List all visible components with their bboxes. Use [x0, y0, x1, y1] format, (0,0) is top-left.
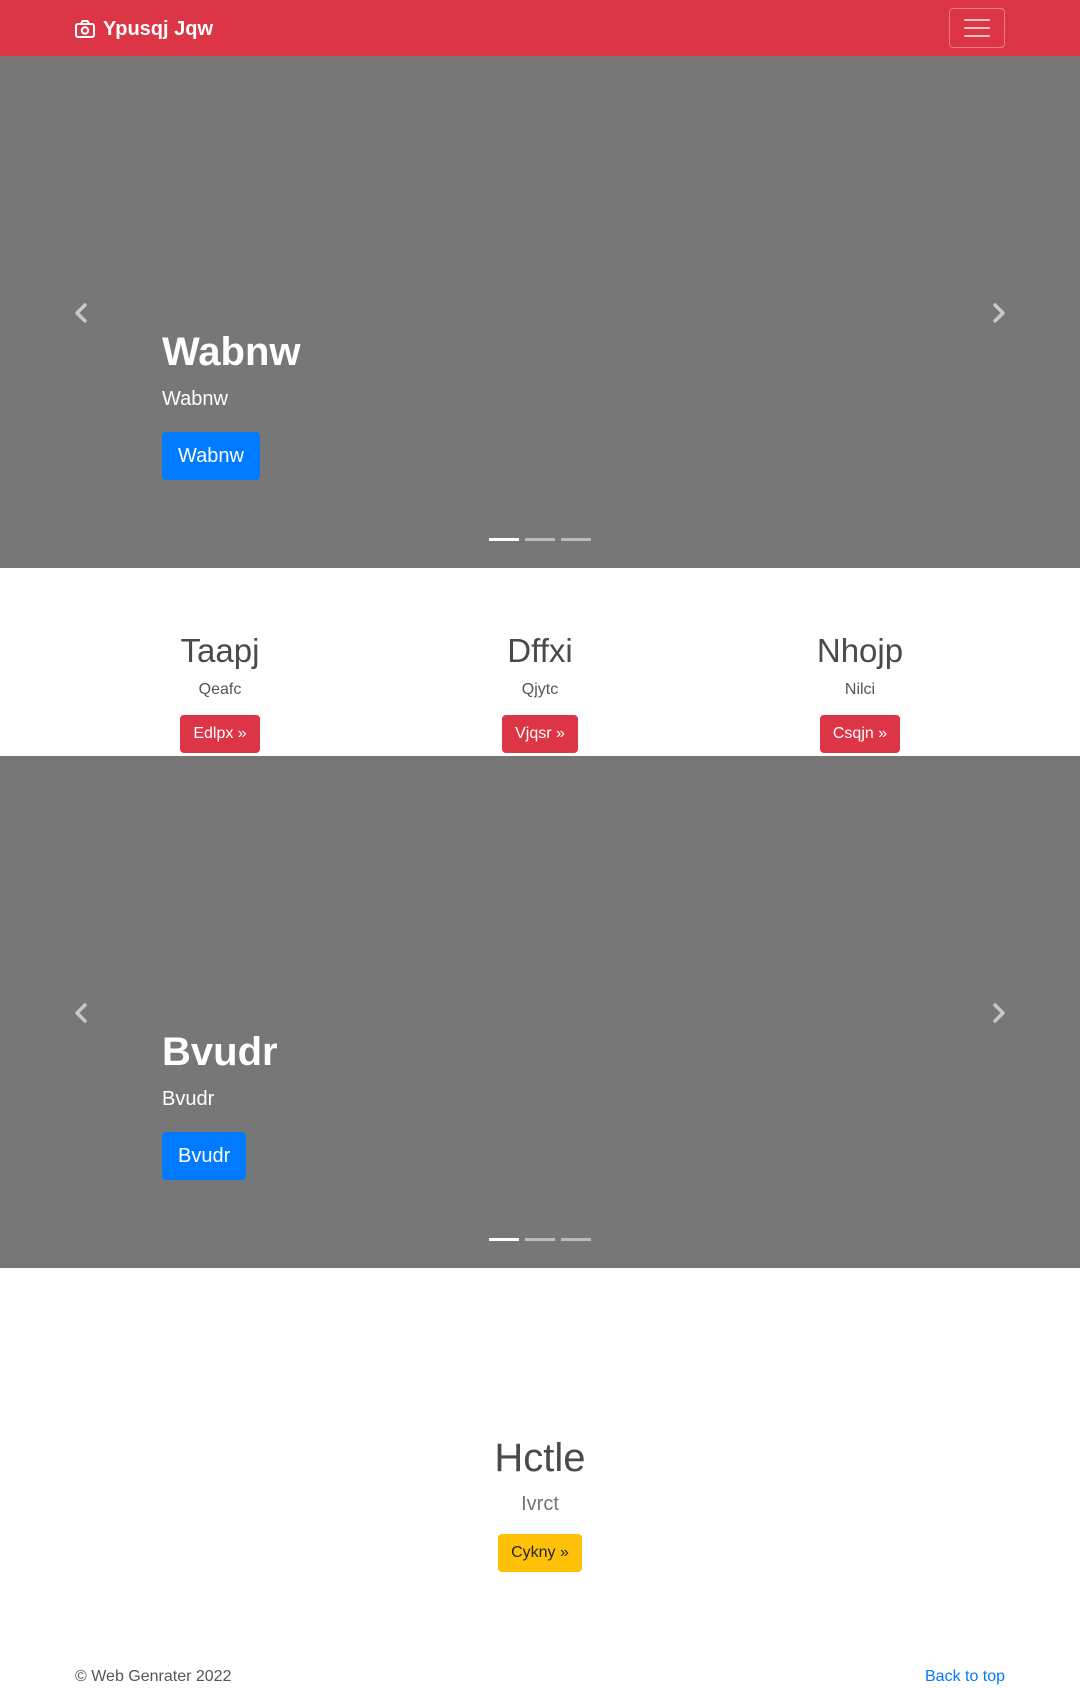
carousel-indicator-1[interactable]: [489, 1238, 519, 1241]
feature-column: Taapj Qeafc Edlpx »: [60, 631, 380, 753]
chevron-right-icon[interactable]: [986, 301, 1010, 325]
navbar-toggler-button[interactable]: [949, 8, 1005, 48]
carousel-indicator-1[interactable]: [489, 538, 519, 541]
bottom-title: Hctle: [494, 1436, 586, 1480]
feature-title: Nhojp: [816, 632, 904, 669]
hamburger-menu-icon: [964, 19, 990, 21]
carousel-cta-button[interactable]: Wabnw: [162, 432, 260, 480]
feature-column: Nhojp Nilci Csqjn »: [700, 631, 1020, 753]
carousel-subtitle: Bvudr: [162, 1088, 215, 1110]
carousel-caption: Wabnw Wabnw Wabnw: [162, 328, 301, 480]
bottom-button[interactable]: Cykny »: [498, 1534, 582, 1572]
camera-icon: [75, 20, 95, 38]
carousel-indicator-2[interactable]: [525, 1238, 555, 1241]
features-row: Taapj Qeafc Edlpx » Dffxi Qjytc Vjqsr » …: [0, 568, 1080, 756]
feature-column: Dffxi Qjytc Vjqsr »: [380, 631, 700, 753]
chevron-left-icon[interactable]: [70, 1001, 94, 1025]
feature-button[interactable]: Csqjn »: [819, 714, 901, 753]
navbar-brand[interactable]: Ypusqj Jqw: [75, 16, 213, 42]
feature-button[interactable]: Vjqsr »: [502, 714, 578, 753]
carousel-indicators: [489, 1238, 591, 1241]
carousel-title: Wabnw: [162, 330, 301, 374]
carousel-indicator-3[interactable]: [561, 538, 591, 541]
carousel-indicators: [489, 538, 591, 541]
feature-title: Taapj: [180, 632, 260, 669]
chevron-right-icon[interactable]: [986, 1001, 1010, 1025]
bottom-content: Hctle Ivrct Cykny »: [0, 1434, 1080, 1572]
brand-label: Ypusqj Jqw: [103, 17, 214, 40]
second-carousel: Bvudr Bvudr Bvudr: [0, 756, 1080, 1268]
feature-text: Qeafc: [198, 680, 242, 698]
footer-copyright: © Web Genrater 2022: [75, 1668, 232, 1685]
feature-button[interactable]: Edlpx »: [180, 714, 260, 753]
carousel-caption: Bvudr Bvudr Bvudr: [162, 1028, 278, 1180]
bottom-text: Ivrct: [521, 1493, 559, 1515]
carousel-subtitle: Wabnw: [162, 388, 228, 410]
feature-text: Qjytc: [521, 680, 559, 698]
feature-text: Nilci: [844, 680, 876, 698]
carousel-title: Bvudr: [162, 1030, 278, 1074]
navbar: Ypusqj Jqw: [0, 0, 1080, 56]
feature-title: Dffxi: [507, 632, 573, 669]
chevron-left-icon[interactable]: [70, 301, 94, 325]
hero-carousel: Wabnw Wabnw Wabnw: [0, 56, 1080, 568]
back-to-top-link[interactable]: Back to top: [925, 1666, 1005, 1688]
carousel-indicator-3[interactable]: [561, 1238, 591, 1241]
carousel-indicator-2[interactable]: [525, 538, 555, 541]
bottom-section: Hctle Ivrct Cykny »: [0, 1268, 1080, 1572]
carousel-cta-button[interactable]: Bvudr: [162, 1132, 247, 1180]
